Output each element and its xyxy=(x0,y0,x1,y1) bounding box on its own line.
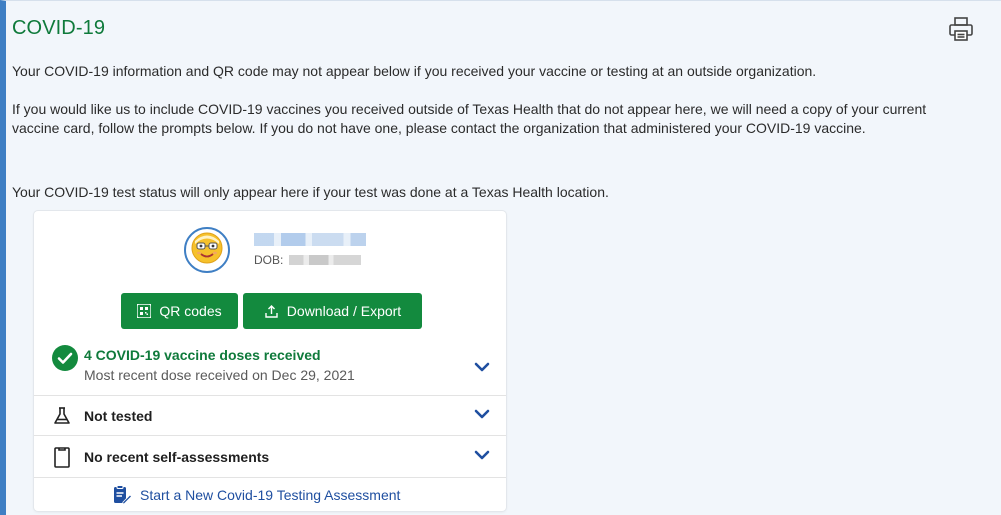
printer-icon xyxy=(947,17,975,46)
self-assessment-expand-chevron[interactable] xyxy=(470,443,494,467)
qr-code-icon xyxy=(137,304,152,318)
print-button[interactable] xyxy=(947,15,975,43)
dob-value-redacted xyxy=(289,255,362,265)
avatar xyxy=(184,227,230,273)
patient-dob: DOB: xyxy=(254,253,362,267)
download-export-label: Download / Export xyxy=(286,303,402,319)
flask-icon xyxy=(52,406,72,426)
self-assessment-row[interactable]: No recent self-assessments xyxy=(34,435,506,477)
clipboard-icon xyxy=(52,446,72,468)
chevron-down-icon xyxy=(470,450,494,470)
vaccine-status-subtitle: Most recent dose received on Dec 29, 202… xyxy=(84,367,355,383)
start-assessment-label: Start a New Covid-19 Testing Assessment xyxy=(140,487,401,503)
check-circle-icon xyxy=(52,345,78,371)
chevron-down-icon xyxy=(470,362,494,382)
emoji-avatar-icon xyxy=(190,231,224,270)
vaccine-status-title: 4 COVID-19 vaccine doses received xyxy=(84,347,321,363)
test-status-title: Not tested xyxy=(84,408,153,424)
page-title: COVID-19 xyxy=(12,17,106,39)
qr-codes-label: QR codes xyxy=(159,303,222,319)
clipboard-edit-icon xyxy=(112,485,132,505)
test-status-row[interactable]: Not tested xyxy=(34,395,506,435)
vaccine-status-row[interactable]: 4 COVID-19 vaccine doses received Most r… xyxy=(34,339,506,395)
chevron-down-icon xyxy=(470,409,494,429)
download-export-button[interactable]: Download / Export xyxy=(243,293,422,329)
info-paragraph-outside-org: Your COVID-19 information and QR code ma… xyxy=(12,63,817,79)
start-assessment-row: Start a New Covid-19 Testing Assessment xyxy=(34,477,506,511)
dob-label: DOB: xyxy=(254,253,284,267)
self-assessment-title: No recent self-assessments xyxy=(84,449,270,465)
start-assessment-link[interactable]: Start a New Covid-19 Testing Assessment xyxy=(112,485,400,505)
upload-export-icon xyxy=(264,304,279,319)
patient-name-redacted xyxy=(254,233,366,246)
covid-panel: COVID-19 Your COVID-19 information and Q… xyxy=(0,0,1001,515)
covid-status-card: DOB: QR codes Download / Export 4 COVID-… xyxy=(34,211,506,511)
info-paragraph-test-status: Your COVID-19 test status will only appe… xyxy=(12,184,609,200)
info-paragraph-vaccine-card: If you would like us to include COVID-19… xyxy=(12,101,927,136)
test-expand-chevron[interactable] xyxy=(470,402,494,426)
qr-codes-button[interactable]: QR codes xyxy=(121,293,238,329)
vaccine-expand-chevron[interactable] xyxy=(470,355,494,379)
